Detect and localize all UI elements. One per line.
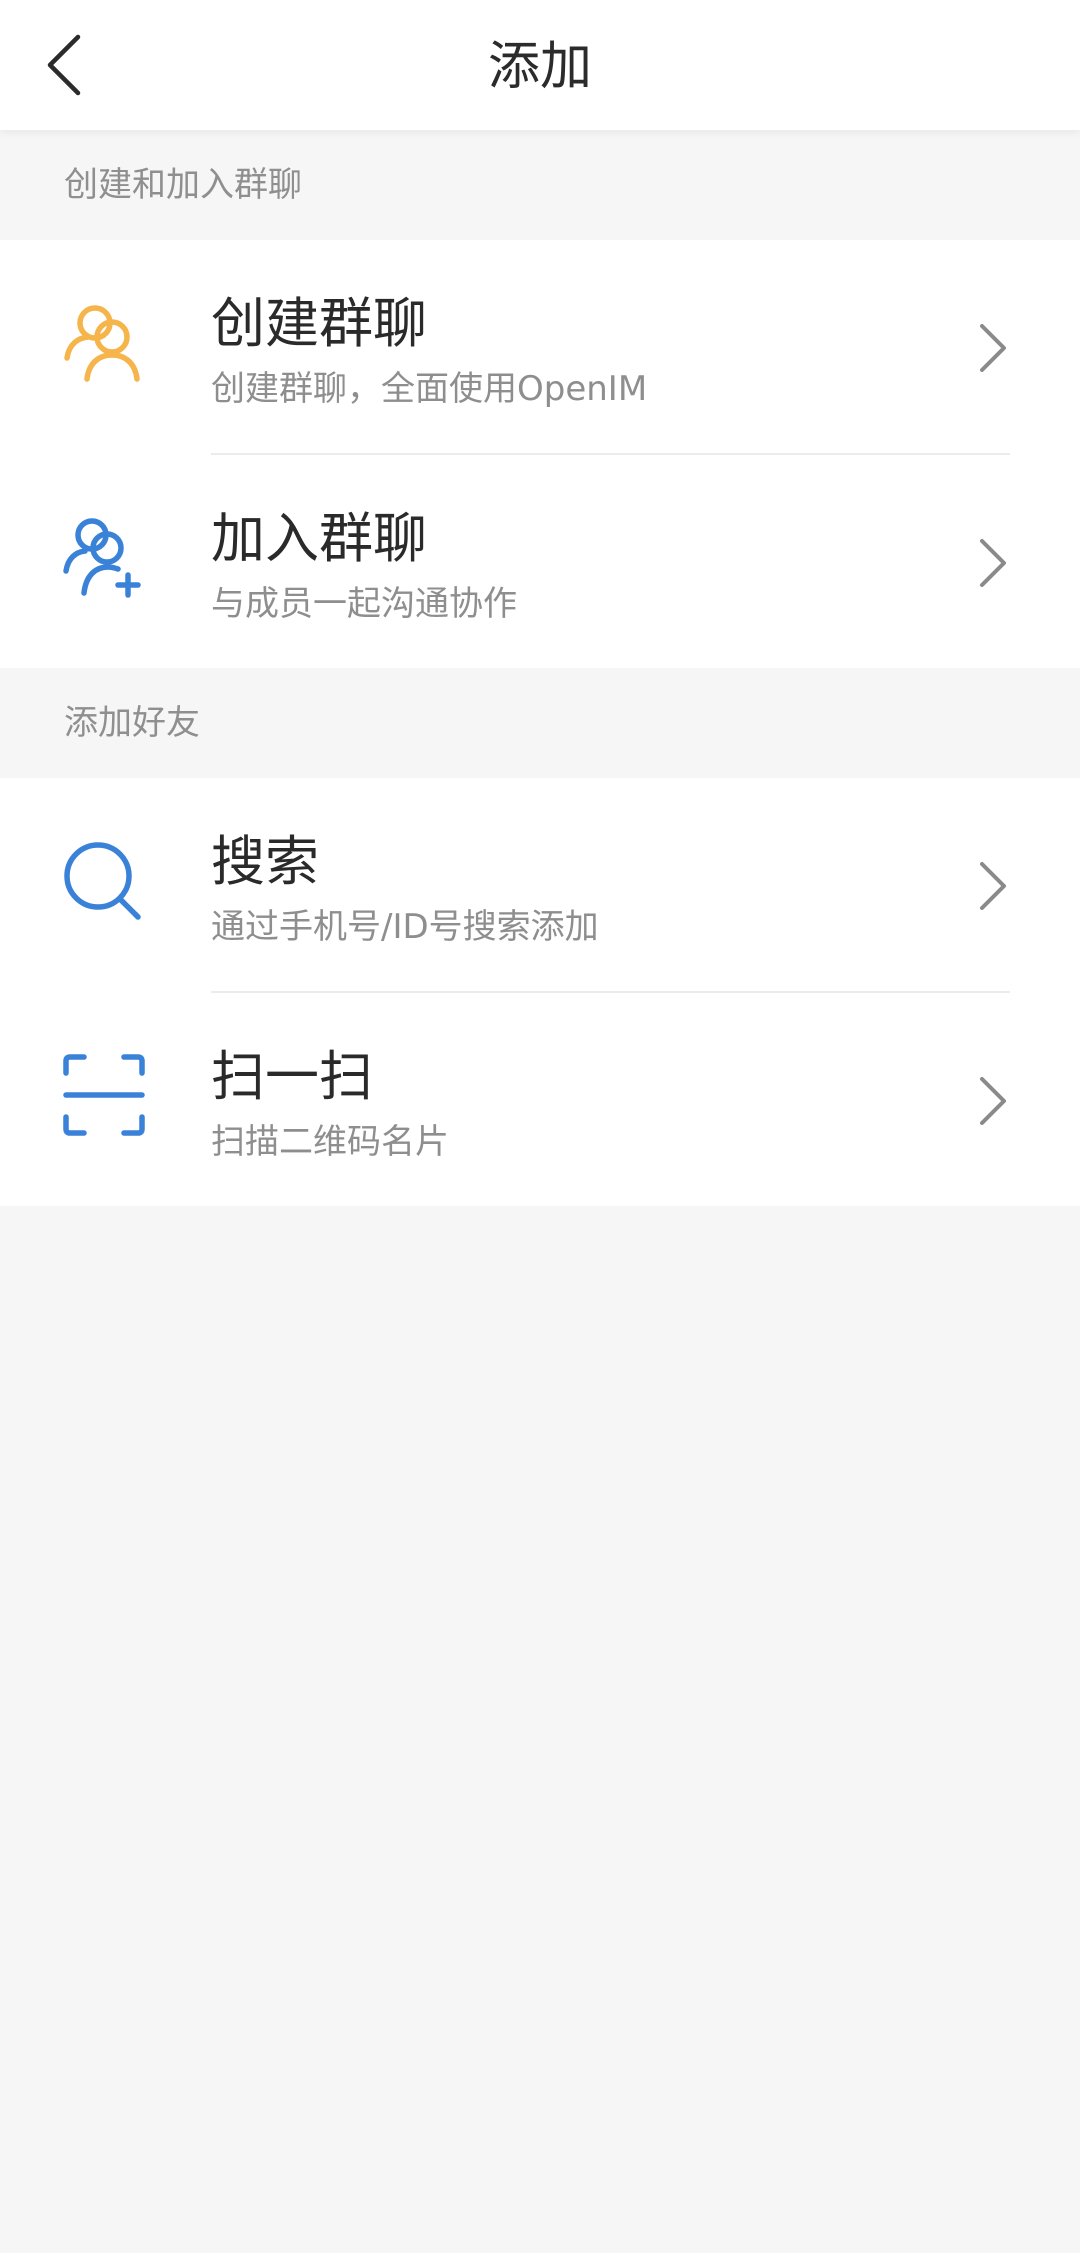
create-group-title: 创建群聊 <box>211 292 427 355</box>
join-group-subtitle: 与成员一起沟通协作 <box>211 584 517 624</box>
section-group-chat: 创建群聊 创建群聊，全面使用OpenIM 加入群聊 与成员一起沟通协作 <box>0 240 1080 668</box>
navigation-bar: 添加 <box>0 0 1080 130</box>
chevron-right-icon <box>974 322 1010 374</box>
join-group-title: 加入群聊 <box>211 507 427 570</box>
group-icon <box>62 300 146 384</box>
section-header-group-chat: 创建和加入群聊 <box>0 130 1080 240</box>
page-title: 添加 <box>487 37 592 97</box>
create-group-row[interactable]: 创建群聊 创建群聊，全面使用OpenIM <box>0 240 1080 453</box>
search-title: 搜索 <box>211 830 319 893</box>
scan-subtitle: 扫描二维码名片 <box>211 1122 449 1162</box>
add-screen: 添加 创建和加入群聊 创建群聊 创建群聊，全面使用OpenIM 加入群聊 与成员… <box>0 0 1080 2253</box>
chevron-right-icon <box>974 1075 1010 1127</box>
add-group-member-icon <box>62 515 146 599</box>
search-subtitle: 通过手机号/ID号搜索添加 <box>211 907 599 947</box>
chevron-right-icon <box>974 860 1010 912</box>
create-group-subtitle: 创建群聊，全面使用OpenIM <box>211 369 648 409</box>
section-header-add-friend: 添加好友 <box>0 668 1080 778</box>
chevron-right-icon <box>974 537 1010 589</box>
join-group-row[interactable]: 加入群聊 与成员一起沟通协作 <box>0 455 1080 668</box>
search-row[interactable]: 搜索 通过手机号/ID号搜索添加 <box>0 778 1080 991</box>
scan-row[interactable]: 扫一扫 扫描二维码名片 <box>0 993 1080 1206</box>
scan-icon <box>62 1053 146 1137</box>
scan-title: 扫一扫 <box>211 1045 373 1108</box>
section-add-friend: 搜索 通过手机号/ID号搜索添加 扫一扫 扫描二维码名片 <box>0 778 1080 1206</box>
search-icon <box>62 838 146 922</box>
